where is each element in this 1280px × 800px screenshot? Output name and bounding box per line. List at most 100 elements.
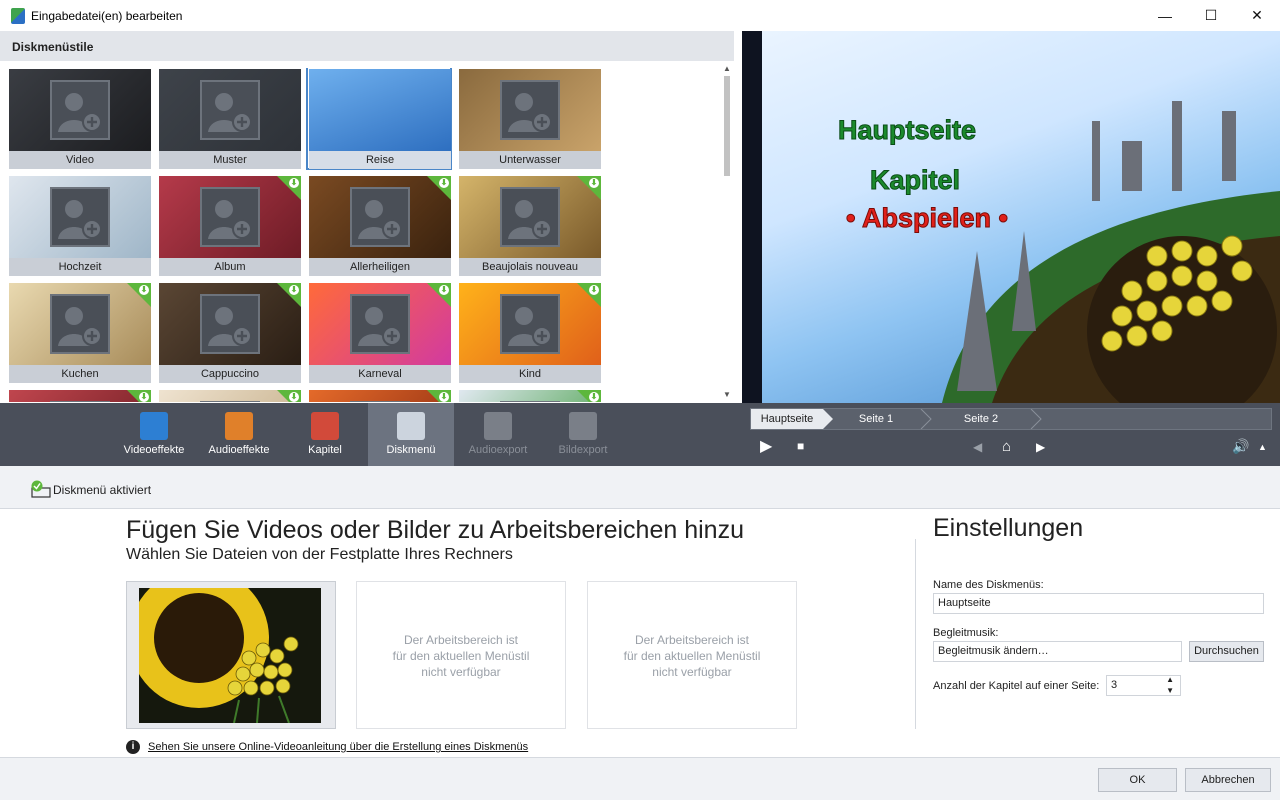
- download-badge-icon: ⬇: [277, 390, 301, 402]
- preview-title-abspielen: • Abspielen •: [846, 203, 1009, 234]
- style-thumbnail-label: Kuchen: [9, 365, 151, 383]
- slot-unavailable-line: Der Arbeitsbereich ist für den aktuellen …: [623, 633, 761, 679]
- style-thumbnail-image: ⬇: [459, 176, 601, 258]
- workspace-slot-1[interactable]: [126, 581, 336, 729]
- stepper-arrows-icon[interactable]: ▲ ▼: [1166, 674, 1174, 696]
- style-thumbnail[interactable]: Reise: [306, 68, 452, 170]
- ok-button[interactable]: OK: [1098, 768, 1177, 792]
- settings-title: Einstellungen: [933, 514, 1084, 542]
- style-thumbnail-label: Beaujolais nouveau: [459, 258, 601, 276]
- audio-export-icon: [484, 412, 512, 440]
- maximize-button[interactable]: ☐: [1188, 0, 1234, 31]
- style-thumbnail[interactable]: ⬇ Kind: [458, 282, 601, 383]
- style-thumbnail[interactable]: Unterwasser: [458, 68, 601, 169]
- crumb-hauptseite[interactable]: Hauptseite: [751, 409, 833, 429]
- style-thumbnail-label: Karneval: [309, 365, 451, 383]
- scroll-down-arrow-icon[interactable]: ▼: [723, 390, 731, 399]
- play-icon[interactable]: ▶: [760, 436, 772, 456]
- volume-expand-icon[interactable]: ▲: [1258, 442, 1267, 452]
- download-badge-icon: ⬇: [427, 176, 451, 200]
- placeholder-person-icon: [50, 401, 110, 402]
- close-button[interactable]: ✕: [1234, 0, 1280, 31]
- style-thumbnail[interactable]: ⬇: [458, 389, 601, 402]
- crumb-seite-2[interactable]: Seite 2: [931, 409, 1031, 429]
- style-thumbnail[interactable]: Muster: [158, 68, 301, 169]
- minimize-button[interactable]: —: [1142, 0, 1188, 31]
- volume-icon[interactable]: 🔊: [1232, 438, 1249, 455]
- disc-menu-enabled-checkbox-icon[interactable]: [30, 480, 52, 498]
- next-icon[interactable]: ▶: [1036, 440, 1045, 454]
- music-input[interactable]: Begleitmusik ändern…: [933, 641, 1182, 662]
- menu-preview: Hauptseite Kapitel • Abspielen •: [742, 31, 1280, 403]
- chapter-icon: [311, 412, 339, 440]
- style-thumbnail-image: ⬇: [9, 390, 151, 402]
- toolbar-bildexport-button: Bildexport: [540, 403, 626, 466]
- toolbar-diskmenü-button[interactable]: Diskmenü: [368, 403, 454, 466]
- style-thumbnail[interactable]: ⬇ Album: [158, 175, 301, 276]
- page-breadcrumb: Hauptseite Seite 1 Seite 2: [750, 408, 1272, 430]
- menu-name-label: Name des Diskmenüs:: [933, 579, 1044, 591]
- menu-name-input[interactable]: Hauptseite: [933, 593, 1264, 614]
- style-thumbnail[interactable]: ⬇ Cappuccino: [158, 282, 301, 383]
- toolbar-kapitel-button[interactable]: Kapitel: [282, 403, 368, 466]
- style-thumbnail-image: ⬇: [159, 390, 301, 402]
- style-thumbnail[interactable]: ⬇ Allerheiligen: [308, 175, 451, 276]
- scrollbar-thumb[interactable]: [724, 76, 730, 176]
- style-thumbnail-image: ⬇: [9, 283, 151, 365]
- style-thumbnail-image: ⬇: [159, 283, 301, 365]
- toolbar-button-label: Bildexport: [558, 444, 608, 456]
- style-thumbnail[interactable]: ⬇: [308, 389, 451, 402]
- toolbar-button-label: Videoeffekte: [123, 444, 185, 456]
- window-title: Eingabedatei(en) bearbeiten: [31, 8, 183, 23]
- preview-title-hauptseite: Hauptseite: [837, 115, 977, 146]
- workspace-subtitle: Wählen Sie Dateien von der Festplatte Ih…: [126, 546, 513, 563]
- styles-scrollbar[interactable]: ▲ ▼: [720, 62, 734, 402]
- style-thumbnail[interactable]: Hochzeit: [8, 175, 151, 276]
- preview-title-kapitel: Kapitel: [869, 165, 961, 196]
- slot-unavailable-text: Der Arbeitsbereich ist für den aktuellen …: [588, 632, 796, 680]
- toolbar-videoeffekte-button[interactable]: Videoeffekte: [111, 403, 197, 466]
- previous-icon[interactable]: ◀: [973, 440, 982, 454]
- style-thumbnail-label: Muster: [159, 151, 301, 169]
- placeholder-person-icon: [50, 80, 110, 140]
- style-thumbnail-label: Cappuccino: [159, 365, 301, 383]
- stop-icon[interactable]: ■: [797, 439, 804, 453]
- workspace-slot-2: Der Arbeitsbereich ist für den aktuellen …: [356, 581, 566, 729]
- browse-button[interactable]: Durchsuchen: [1189, 641, 1264, 662]
- cancel-button[interactable]: Abbrechen: [1185, 768, 1271, 792]
- style-thumbnail-label: Video: [9, 151, 151, 169]
- dialog-footer: OK Abbrechen: [0, 757, 1280, 800]
- toolbar-button-label: Audioeffekte: [208, 444, 270, 456]
- style-thumbnail-image: ⬇: [309, 176, 451, 258]
- style-thumbnail[interactable]: ⬇: [8, 389, 151, 402]
- chapters-per-page-stepper[interactable]: 3 ▲ ▼: [1106, 675, 1181, 696]
- toolbar-audioeffekte-button[interactable]: Audioeffekte: [196, 403, 282, 466]
- style-thumbnail[interactable]: ⬇: [158, 389, 301, 402]
- crumb-seite-1[interactable]: Seite 1: [831, 409, 921, 429]
- video-effects-icon: [140, 412, 168, 440]
- settings-panel: Einstellungen Name des Diskmenüs: Haupts…: [915, 514, 1280, 729]
- placeholder-person-icon: [350, 187, 410, 247]
- home-icon[interactable]: ⌂: [1002, 438, 1011, 455]
- app-icon: [11, 7, 25, 24]
- style-thumbnail[interactable]: ⬇ Karneval: [308, 282, 451, 383]
- style-thumbnail-image: ⬇: [309, 283, 451, 365]
- placeholder-person-icon: [50, 187, 110, 247]
- placeholder-person-icon: [200, 187, 260, 247]
- scroll-up-arrow-icon[interactable]: ▲: [723, 64, 731, 73]
- placeholder-person-icon: [50, 294, 110, 354]
- download-badge-icon: ⬇: [577, 176, 601, 200]
- style-thumbnail[interactable]: ⬇ Beaujolais nouveau: [458, 175, 601, 276]
- tutorial-link[interactable]: Sehen Sie unsere Online-Videoanleitung ü…: [148, 741, 528, 753]
- toolbar-audioexport-button: Audioexport: [455, 403, 541, 466]
- style-thumbnail-label: Album: [159, 258, 301, 276]
- slot-unavailable-text: Der Arbeitsbereich ist für den aktuellen …: [357, 632, 565, 680]
- style-thumbnail[interactable]: Video: [8, 68, 151, 169]
- music-label: Begleitmusik:: [933, 627, 999, 639]
- disc-menu-enabled-label[interactable]: Diskmenü aktiviert: [53, 483, 151, 497]
- style-thumbnail-label: Reise: [309, 151, 451, 169]
- style-thumbnail[interactable]: ⬇ Kuchen: [8, 282, 151, 383]
- download-badge-icon: ⬇: [577, 283, 601, 307]
- image-export-icon: [569, 412, 597, 440]
- style-thumbnail-label: Allerheiligen: [309, 258, 451, 276]
